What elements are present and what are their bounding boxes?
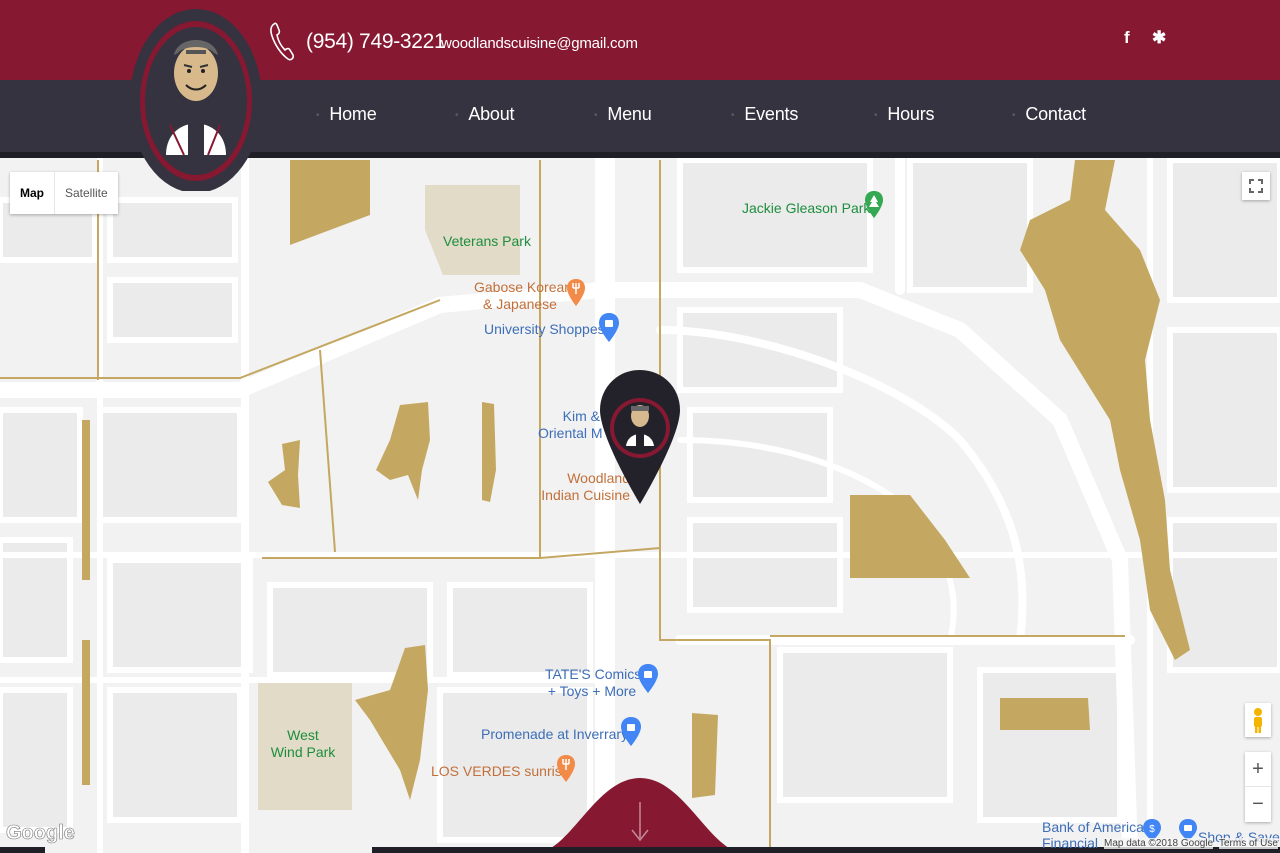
nav-bullet: • [1012, 109, 1016, 121]
shopping-pin-icon [599, 313, 619, 342]
zoom-out-button[interactable]: − [1245, 787, 1271, 821]
map-view-button[interactable]: Map [10, 172, 54, 214]
zoom-in-button[interactable]: + [1245, 752, 1271, 787]
map-type-control: Map Satellite [10, 172, 118, 214]
map-data-attribution: Map data ©2018 Google [1104, 838, 1214, 849]
nav-bullet: • [731, 109, 735, 121]
place-kim-oriental[interactable]: Kim & Oriental M [538, 408, 603, 442]
nav-events[interactable]: • Events [731, 104, 798, 125]
nav-home-label: Home [329, 104, 377, 124]
place-jackie-gleason-park[interactable]: Jackie Gleason Park [742, 200, 870, 217]
park-pin-icon [865, 191, 883, 218]
place-veterans-park[interactable]: Veterans Park [443, 233, 531, 250]
pegman-icon [1254, 708, 1262, 733]
email-link[interactable]: woodlandscuisine@gmail.com [441, 35, 638, 52]
zoom-control: + − [1245, 752, 1271, 822]
satellite-view-button[interactable]: Satellite [54, 172, 118, 214]
svg-text:$: $ [1149, 824, 1155, 835]
shopping-pin-icon [638, 664, 658, 693]
nav-menu-label: Menu [607, 104, 652, 124]
google-logo[interactable]: Google [6, 822, 75, 845]
nav-about[interactable]: • About [455, 104, 515, 125]
terms-of-use-link[interactable]: Terms of Use [1219, 838, 1278, 849]
nav-bullet: • [594, 109, 598, 121]
nav-about-label: About [468, 104, 515, 124]
restaurant-logo[interactable] [128, 5, 264, 191]
fullscreen-icon [1249, 179, 1263, 193]
nav-home[interactable]: • Home [316, 104, 377, 125]
facebook-icon[interactable]: f [1124, 28, 1130, 48]
street-view-pegman[interactable] [1245, 703, 1271, 737]
nav-contact-label: Contact [1025, 104, 1086, 124]
yelp-icon[interactable]: ✱ [1152, 28, 1166, 48]
place-los-verdes[interactable]: LOS VERDES sunrise [431, 763, 570, 780]
veterans-park-area [425, 185, 520, 275]
shopping-pin-icon [621, 717, 641, 746]
place-gabose-korean[interactable]: Gabose Korean & Japanese [474, 279, 572, 313]
nav-contact[interactable]: • Contact [1012, 104, 1086, 125]
restaurant-map-marker[interactable] [598, 368, 682, 506]
nav-bullet: • [874, 109, 878, 121]
nav-menu[interactable]: • Menu [594, 104, 652, 125]
nav-hours-label: Hours [887, 104, 935, 124]
nav-bullet: • [455, 109, 459, 121]
nav-hours[interactable]: • Hours [874, 104, 935, 125]
restaurant-pin-icon [557, 755, 575, 782]
restaurant-pin-icon [567, 279, 585, 306]
nav-events-label: Events [744, 104, 799, 124]
fullscreen-button[interactable] [1242, 172, 1270, 200]
phone-number[interactable]: (954) 749-3221 [306, 30, 446, 54]
nav-bullet: • [316, 109, 320, 121]
phone-icon [270, 22, 294, 61]
place-tates-comics[interactable]: TATE'S Comics + Toys + More [545, 666, 641, 700]
place-promenade-inverrary[interactable]: Promenade at Inverrary [481, 726, 628, 743]
place-west-wind-park[interactable]: West Wind Park [262, 727, 344, 761]
place-university-shoppes[interactable]: University Shoppes [484, 321, 605, 338]
